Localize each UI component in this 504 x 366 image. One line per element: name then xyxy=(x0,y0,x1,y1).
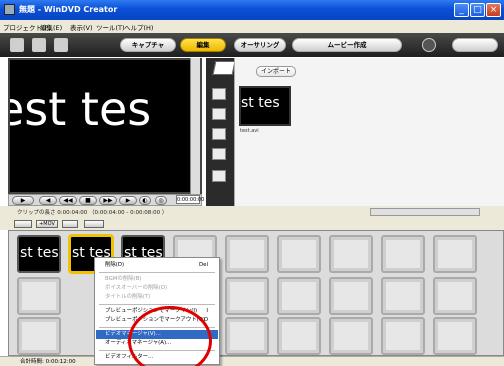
storyboard-slot[interactable] xyxy=(277,277,321,315)
tab-capture[interactable]: キャプチャ xyxy=(120,38,176,52)
storyboard-slot[interactable] xyxy=(17,317,61,355)
storyboard-panel: st tes st tes st tes xyxy=(8,230,504,356)
menu-separator xyxy=(99,304,215,305)
play-button[interactable]: ▶ xyxy=(12,196,34,205)
stop-button[interactable]: ■ xyxy=(79,196,97,205)
clip-progress-bar xyxy=(370,208,480,216)
library-thumbnail[interactable]: st tes xyxy=(239,86,291,126)
next-frame-button[interactable]: ▶ xyxy=(119,196,137,205)
menu-item-delete-bgm: BGMの削除(B) xyxy=(96,275,218,284)
maximize-button[interactable]: □ xyxy=(470,3,485,17)
disc-icon xyxy=(422,38,436,52)
menu-item-label: BGMの削除(B) xyxy=(105,276,142,282)
storyboard-slot[interactable] xyxy=(433,317,477,355)
fast-forward-button[interactable]: ▶▶ xyxy=(99,196,117,205)
split-button[interactable] xyxy=(62,220,78,228)
minimize-button[interactable]: _ xyxy=(454,3,469,17)
menu-item-delete-voiceover: ボイスオーバーの削除(O) xyxy=(96,284,218,293)
menu-item-delete[interactable]: 削除(D) Del xyxy=(96,261,218,270)
storyboard-slot[interactable] xyxy=(17,277,61,315)
tab-edit[interactable]: 編集 xyxy=(180,38,226,52)
storyboard-slot[interactable] xyxy=(329,317,373,355)
clip-frame-text: st tes xyxy=(20,245,59,261)
annotation-circle xyxy=(128,306,212,366)
media-library xyxy=(234,58,504,206)
player-controls: ▶ ◀ ◀◀ ■ ▶▶ ▶ ◐ ◎ xyxy=(8,194,202,206)
import-button[interactable]: インポート xyxy=(256,66,296,77)
open-project-icon[interactable] xyxy=(32,38,46,52)
menu-edit[interactable]: 編集(E) xyxy=(40,22,62,32)
menu-view[interactable]: 表示(V) xyxy=(70,22,93,32)
menu-bar: プロジェクト(P) 編集(E) 表示(V) ツール(T) ヘルプ(H) xyxy=(0,20,504,33)
storyboard-slot[interactable] xyxy=(381,235,425,273)
storyboard-slot[interactable] xyxy=(381,277,425,315)
title-bar: 無題 - WinDVD Creator _ □ × xyxy=(0,0,504,20)
menu-item-delete-title: タイトルの削除(T) xyxy=(96,293,218,302)
add-movie-button[interactable]: +MOV xyxy=(36,220,58,228)
title-library-icon[interactable] xyxy=(212,170,226,182)
save-project-icon[interactable] xyxy=(54,38,68,52)
library-file-name: test.avi xyxy=(240,128,259,134)
timecode-display: 0:00:00:00 xyxy=(176,195,205,204)
menu-separator xyxy=(99,272,215,273)
previous-frame-button[interactable]: ◀ xyxy=(39,196,57,205)
image-library-icon[interactable] xyxy=(212,108,226,120)
audio-button[interactable] xyxy=(84,220,104,228)
new-project-icon[interactable] xyxy=(10,38,24,52)
window-title: 無題 - WinDVD Creator xyxy=(19,5,118,14)
menu-item-label: ボイスオーバーの削除(O) xyxy=(105,285,168,291)
video-library-icon[interactable] xyxy=(212,88,226,100)
menu-item-label: タイトルの削除(T) xyxy=(105,294,151,300)
folder-icon[interactable] xyxy=(212,61,236,75)
preview-window: est tes xyxy=(8,58,202,194)
rewind-button[interactable]: ◀◀ xyxy=(59,196,77,205)
storyboard-slot[interactable] xyxy=(433,235,477,273)
storyboard-slot[interactable] xyxy=(433,277,477,315)
menu-tools[interactable]: ツール(T) xyxy=(96,22,125,32)
preview-frame-text: est tes xyxy=(8,82,152,136)
storyboard-slot[interactable] xyxy=(277,235,321,273)
effect-library-icon[interactable] xyxy=(212,148,226,160)
thumbnail-text: st tes xyxy=(241,95,280,111)
tab-make-movie[interactable]: ムービー作成 xyxy=(292,38,402,52)
snapshot-icon[interactable]: ◎ xyxy=(155,196,167,205)
volume-icon[interactable]: ◐ xyxy=(139,196,151,205)
storyboard-slot[interactable] xyxy=(225,317,269,355)
storyboard-clip[interactable]: st tes xyxy=(17,235,61,273)
menu-item-shortcut: I xyxy=(206,308,208,314)
clip-length-text: クリップの長さ 0:00:04:00 （0:00:04:00 - 0:00:08… xyxy=(17,210,168,216)
storyboard-slot[interactable] xyxy=(381,317,425,355)
total-time-text: 合計時間: 0:00:12:00 xyxy=(20,359,76,365)
preview-scrollbar[interactable] xyxy=(190,58,200,194)
menu-item-shortcut: Del xyxy=(199,262,208,268)
storyboard-slot[interactable] xyxy=(329,235,373,273)
close-button[interactable]: × xyxy=(486,3,501,17)
storyboard-slot[interactable] xyxy=(329,277,373,315)
transition-library-icon[interactable] xyxy=(212,128,226,140)
storyboard-slot[interactable] xyxy=(277,317,321,355)
storyboard-slot[interactable] xyxy=(225,277,269,315)
storyboard-view-button[interactable] xyxy=(14,220,32,228)
exit-icon[interactable] xyxy=(452,38,498,52)
menu-item-label: 削除(D) xyxy=(105,262,125,268)
app-icon xyxy=(4,4,15,15)
main-toolbar: キャプチャ 編集 オーサリング ムービー作成 xyxy=(0,33,504,57)
menu-help[interactable]: ヘルプ(H) xyxy=(124,22,153,32)
storyboard-slot[interactable] xyxy=(225,235,269,273)
tab-authoring[interactable]: オーサリング xyxy=(234,38,286,52)
